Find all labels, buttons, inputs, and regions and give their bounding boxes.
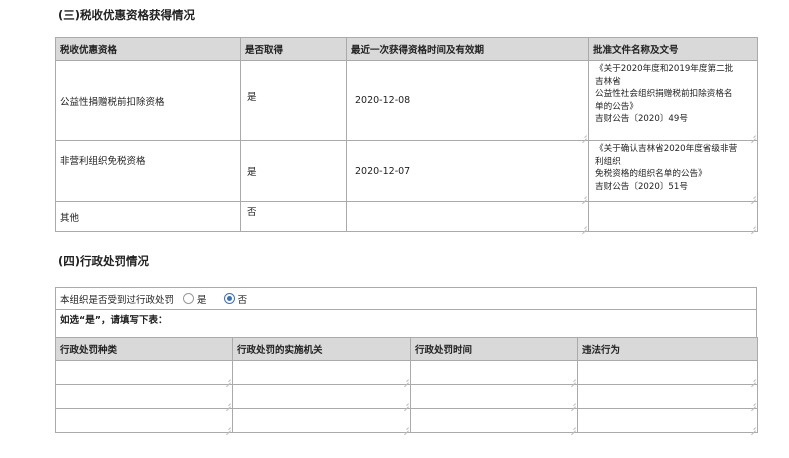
row-2-obtained[interactable]: 是 — [240, 140, 347, 202]
radio-no-label: 否 — [237, 294, 248, 306]
resize-handle-icon[interactable] — [750, 224, 756, 230]
row-1-document-field[interactable]: 《关于2020年度和2019年度第二批 吉林省 公益性社会组织捐赠税前扣除资格名… — [588, 60, 758, 141]
resize-handle-icon[interactable] — [750, 377, 756, 383]
radio-no[interactable] — [223, 292, 235, 304]
penalty-type-field[interactable] — [55, 384, 233, 409]
violation-field[interactable] — [577, 384, 758, 409]
penalty-authority-field[interactable] — [232, 384, 411, 409]
row-2-date-field[interactable]: 2020-12-07 — [346, 140, 589, 202]
resize-handle-icon[interactable] — [225, 401, 231, 407]
resize-handle-icon[interactable] — [750, 194, 756, 200]
row-2-name: 非营利组织免税资格 — [55, 140, 241, 202]
resize-handle-icon[interactable] — [225, 377, 231, 383]
header-obtained: 是否取得 — [240, 37, 347, 61]
penalty-type-field[interactable] — [55, 408, 233, 433]
penalty-table: 行政处罚种类 行政处罚的实施机关 行政处罚时间 违法行为 — [55, 337, 758, 433]
header-violation: 违法行为 — [577, 337, 758, 361]
resize-handle-icon[interactable] — [403, 377, 409, 383]
tax-qualification-table: 税收优惠资格 是否取得 最近一次获得资格时间及有效期 批准文件名称及文号 公益性… — [55, 37, 758, 232]
section-3-title: (三)税收优惠资格获得情况 — [58, 8, 196, 22]
row-3-document-field[interactable] — [588, 201, 758, 232]
resize-handle-icon[interactable] — [581, 133, 587, 139]
resize-handle-icon[interactable] — [581, 224, 587, 230]
penalty-type-field[interactable] — [55, 360, 233, 385]
row-3-obtained[interactable]: 否 — [240, 201, 347, 232]
radio-yes-label: 是 — [197, 294, 207, 306]
header-penalty-time: 行政处罚时间 — [410, 337, 578, 361]
header-penalty-type: 行政处罚种类 — [55, 337, 233, 361]
resize-handle-icon[interactable] — [403, 425, 409, 431]
row-3-name: 其他 — [55, 201, 241, 232]
resize-handle-icon[interactable] — [750, 401, 756, 407]
row-1-name: 公益性捐赠税前扣除资格 — [55, 60, 241, 141]
row-1-obtained[interactable]: 是 — [240, 60, 347, 141]
resize-handle-icon[interactable] — [570, 401, 576, 407]
radio-yes[interactable] — [183, 292, 195, 304]
row-2-document-field[interactable]: 《关于确认吉林省2020年度省级非营 利组织 免税资格的组织名单的公告》 吉财公… — [588, 140, 758, 202]
resize-handle-icon[interactable] — [581, 194, 587, 200]
penalty-authority-field[interactable] — [232, 408, 411, 433]
penalty-time-field[interactable] — [410, 408, 578, 433]
violation-field[interactable] — [577, 408, 758, 433]
section-4-title: (四)行政处罚情况 — [58, 254, 150, 268]
violation-field[interactable] — [577, 360, 758, 385]
resize-handle-icon[interactable] — [750, 425, 756, 431]
resize-handle-icon[interactable] — [403, 401, 409, 407]
penalty-time-field[interactable] — [410, 360, 578, 385]
penalty-note-row: 如选“是”，请填写下表： — [55, 309, 757, 338]
resize-handle-icon[interactable] — [750, 133, 756, 139]
resize-handle-icon[interactable] — [570, 425, 576, 431]
penalty-question-label: 本组织是否受到过行政处罚 — [60, 294, 175, 306]
header-date: 最近一次获得资格时间及有效期 — [346, 37, 589, 61]
header-qualification: 税收优惠资格 — [55, 37, 241, 61]
resize-handle-icon[interactable] — [570, 377, 576, 383]
penalty-question-table: 本组织是否受到过行政处罚 是 否 如选“是”，请填写下表： — [55, 287, 757, 338]
penalty-authority-field[interactable] — [232, 360, 411, 385]
resize-handle-icon[interactable] — [225, 425, 231, 431]
row-3-date-field[interactable] — [346, 201, 589, 232]
row-1-date-field[interactable]: 2020-12-08 — [346, 60, 589, 141]
penalty-time-field[interactable] — [410, 384, 578, 409]
header-penalty-authority: 行政处罚的实施机关 — [232, 337, 411, 361]
penalty-question-row: 本组织是否受到过行政处罚 是 否 — [55, 287, 757, 310]
header-document: 批准文件名称及文号 — [588, 37, 758, 61]
